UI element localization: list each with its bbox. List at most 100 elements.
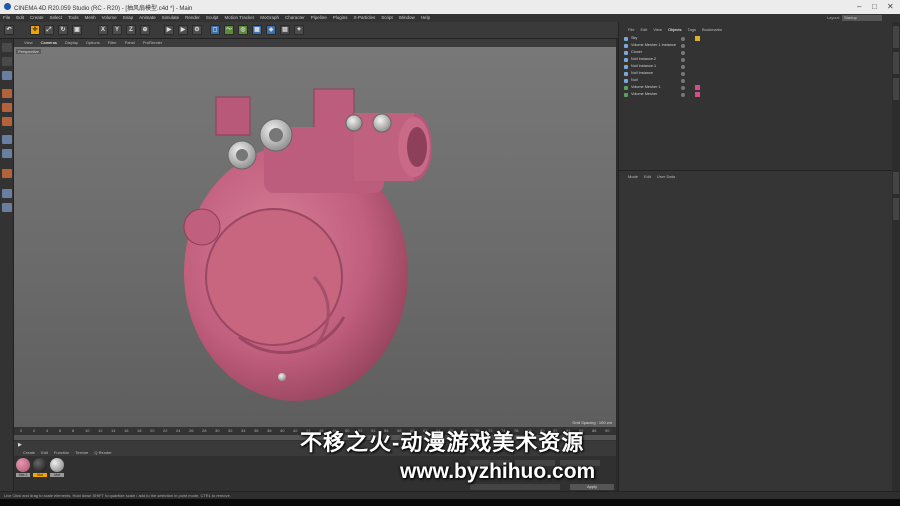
render-view-icon[interactable]: ▶ bbox=[164, 25, 174, 35]
visibility-icon[interactable] bbox=[681, 43, 685, 48]
material-tag-icon[interactable] bbox=[695, 85, 700, 90]
menu-window[interactable]: Window bbox=[396, 14, 418, 22]
minimize-icon[interactable]: – bbox=[857, 2, 861, 12]
layout-select[interactable]: Startup bbox=[842, 15, 882, 21]
obj-menu-tags[interactable]: Tags bbox=[685, 26, 699, 33]
vp-menu-cameras[interactable]: Cameras bbox=[37, 39, 61, 47]
object-row[interactable]: Volume Mesher 1 bbox=[619, 84, 891, 91]
visibility-icon[interactable] bbox=[681, 64, 685, 69]
object-row[interactable]: Null bbox=[619, 77, 891, 84]
visibility-icon[interactable] bbox=[681, 57, 685, 62]
vp-menu-options[interactable]: Options bbox=[82, 39, 104, 47]
menu-pipeline[interactable]: Pipeline bbox=[308, 14, 330, 22]
material-swatch-3[interactable] bbox=[50, 458, 64, 472]
undo-icon[interactable]: ↶ bbox=[4, 25, 14, 35]
material-swatch-1[interactable] bbox=[16, 458, 30, 472]
object-row[interactable]: Null Instance.1 bbox=[619, 63, 891, 70]
edges-mode-icon[interactable] bbox=[2, 103, 12, 112]
attr-menu-user-data[interactable]: User Data bbox=[654, 173, 678, 180]
menu-sculpt[interactable]: Sculpt bbox=[203, 14, 222, 22]
axis-x-button[interactable]: X bbox=[98, 25, 108, 35]
deformer-icon[interactable]: ◈ bbox=[266, 25, 276, 35]
obj-menu-view[interactable]: View bbox=[650, 26, 665, 33]
object-row[interactable]: Volume Mesher 1 Instance bbox=[619, 42, 891, 49]
axis-mode-icon[interactable] bbox=[2, 135, 12, 144]
scale-tool-icon[interactable]: ⤢ bbox=[44, 25, 54, 35]
menu-character[interactable]: Character bbox=[282, 14, 308, 22]
vp-menu-view[interactable]: View bbox=[20, 39, 37, 47]
mat-menu-function[interactable]: Function bbox=[51, 449, 72, 456]
workplane-icon[interactable] bbox=[2, 189, 12, 198]
visibility-icon[interactable] bbox=[681, 78, 685, 83]
axis-z-button[interactable]: Z bbox=[126, 25, 136, 35]
light-icon[interactable]: ✦ bbox=[294, 25, 304, 35]
material-tag-icon[interactable] bbox=[695, 92, 700, 97]
coord-system-icon[interactable]: ⊕ bbox=[140, 25, 150, 35]
visibility-icon[interactable] bbox=[681, 50, 685, 55]
polygons-mode-icon[interactable] bbox=[2, 117, 12, 126]
mat-menu-create[interactable]: Create bbox=[20, 449, 38, 456]
points-mode-icon[interactable] bbox=[2, 89, 12, 98]
obj-menu-edit[interactable]: Edit bbox=[637, 26, 650, 33]
close-icon[interactable]: ✕ bbox=[887, 2, 894, 12]
tweak-mode-icon[interactable] bbox=[2, 149, 12, 158]
menu-motion-tracker[interactable]: Motion Tracker bbox=[221, 14, 257, 22]
menu-edit[interactable]: Edit bbox=[13, 14, 27, 22]
menu-script[interactable]: Script bbox=[378, 14, 396, 22]
cube-icon[interactable]: ◻ bbox=[210, 25, 220, 35]
rotate-tool-icon[interactable]: ↻ bbox=[58, 25, 68, 35]
model-mode-icon[interactable] bbox=[2, 57, 12, 66]
vp-menu-panel[interactable]: Panel bbox=[121, 39, 139, 47]
menu-help[interactable]: Help bbox=[418, 14, 433, 22]
attr-menu-edit[interactable]: Edit bbox=[641, 173, 654, 180]
visibility-icon[interactable] bbox=[681, 71, 685, 76]
snap-icon[interactable] bbox=[2, 169, 12, 178]
move-tool-icon[interactable]: ✢ bbox=[30, 25, 40, 35]
attr-menu-mode[interactable]: Mode bbox=[625, 173, 641, 180]
apply-button[interactable]: Apply bbox=[570, 484, 614, 490]
render-settings-icon[interactable]: ⚙ bbox=[192, 25, 202, 35]
object-row[interactable]: Volume Mesher bbox=[619, 91, 891, 98]
menu-create[interactable]: Create bbox=[27, 14, 47, 22]
menu-mograph[interactable]: MoGraph bbox=[257, 14, 282, 22]
menu-animate[interactable]: Animate bbox=[136, 14, 159, 22]
menu-select[interactable]: Select bbox=[47, 14, 66, 22]
render-picture-icon[interactable]: ▶ bbox=[178, 25, 188, 35]
attributes-tab[interactable] bbox=[893, 172, 899, 194]
menu-plugins[interactable]: Plugins bbox=[330, 14, 351, 22]
make-editable-icon[interactable] bbox=[2, 43, 12, 52]
menu-file[interactable]: File bbox=[0, 14, 13, 22]
object-row[interactable]: Sky bbox=[619, 35, 891, 42]
select-tool-icon[interactable]: ▣ bbox=[72, 25, 82, 35]
menu-simulate[interactable]: Simulate bbox=[159, 14, 183, 22]
spline-icon[interactable]: 〜 bbox=[224, 25, 234, 35]
vp-menu-filter[interactable]: Filter bbox=[104, 39, 121, 47]
object-row[interactable]: Null Instance.2 bbox=[619, 56, 891, 63]
pump-model[interactable] bbox=[14, 47, 616, 427]
maximize-icon[interactable]: □ bbox=[872, 2, 877, 12]
play-icon[interactable]: ▶ bbox=[18, 442, 22, 448]
visibility-icon[interactable] bbox=[681, 92, 685, 97]
mat-menu-qrender[interactable]: Q Render bbox=[91, 449, 114, 456]
axis-y-button[interactable]: Y bbox=[112, 25, 122, 35]
menu-x-particles[interactable]: X-Particles bbox=[351, 14, 379, 22]
objects-tab[interactable] bbox=[893, 26, 899, 48]
object-row[interactable]: Cloner bbox=[619, 49, 891, 56]
coord-mode-select[interactable] bbox=[470, 484, 560, 490]
visibility-icon[interactable] bbox=[681, 36, 685, 41]
material-swatch-2[interactable] bbox=[33, 458, 47, 472]
obj-menu-bookmarks[interactable]: Bookmarks bbox=[699, 26, 725, 33]
object-row[interactable]: Null Instance bbox=[619, 70, 891, 77]
obj-menu-objects[interactable]: Objects bbox=[665, 26, 685, 33]
menu-volume[interactable]: Volume bbox=[99, 14, 120, 22]
scene-icon[interactable]: ▤ bbox=[280, 25, 290, 35]
viewport-3d[interactable]: Perspective Grid Spacing: 100 cm bbox=[14, 47, 616, 427]
array-icon[interactable]: ▦ bbox=[252, 25, 262, 35]
menu-snap[interactable]: Snap bbox=[120, 14, 137, 22]
vp-menu-display[interactable]: Display bbox=[61, 39, 82, 47]
lock-workplane-icon[interactable] bbox=[2, 203, 12, 212]
layers-tab[interactable] bbox=[893, 198, 899, 220]
nurbs-icon[interactable]: ◎ bbox=[238, 25, 248, 35]
menu-render[interactable]: Render bbox=[182, 14, 203, 22]
texture-mode-icon[interactable] bbox=[2, 71, 12, 80]
